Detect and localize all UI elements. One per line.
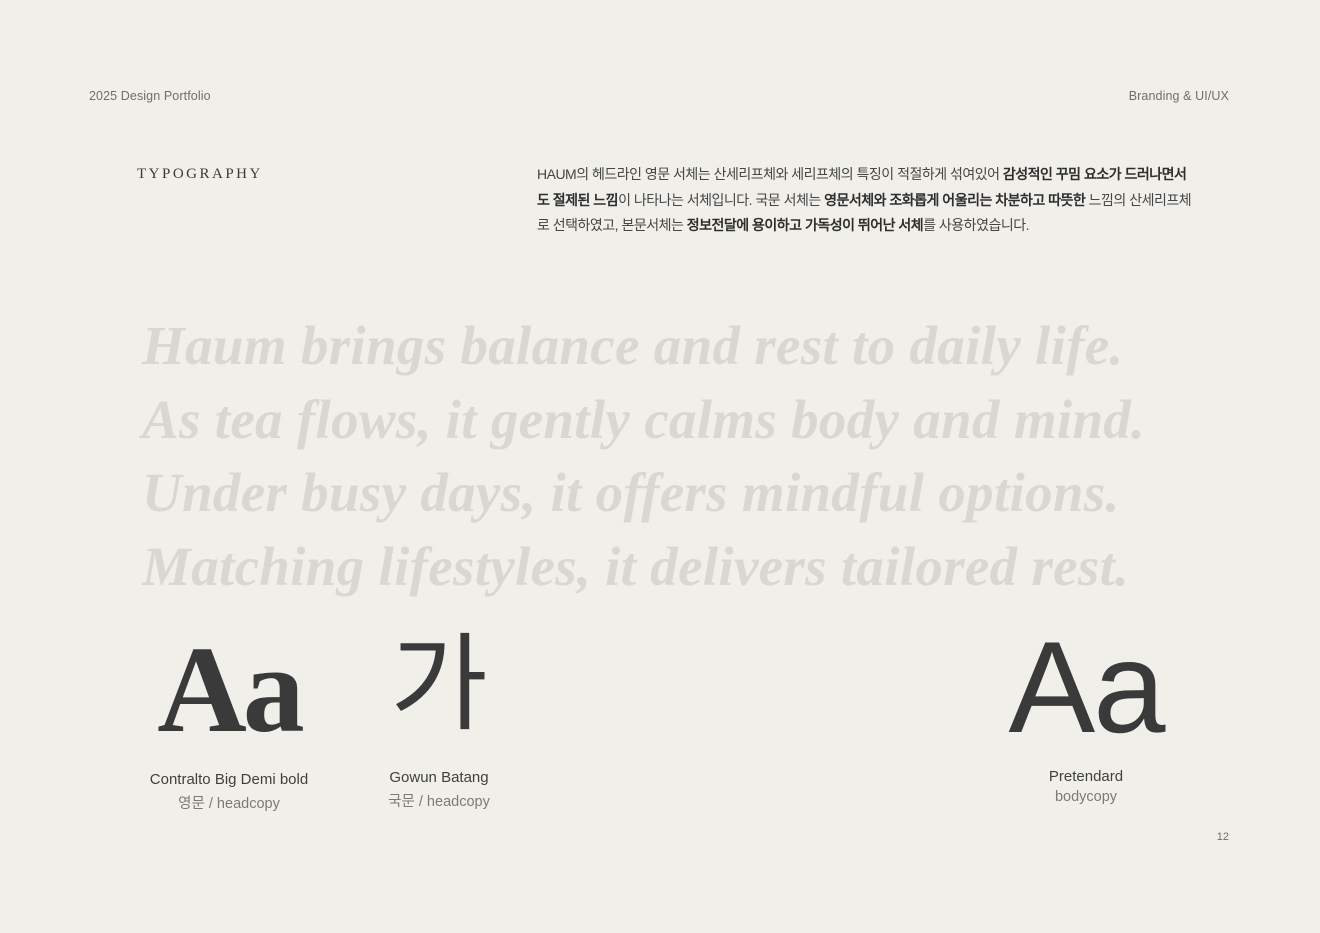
specimen-glyph: Aa (157, 621, 305, 758)
desc-highlight: 영문서체와 조화롭게 어울리는 차분하고 따뜻한 (824, 191, 1086, 208)
section-title: TYPOGRAPHY (137, 166, 263, 182)
font-usage: bodycopy (1054, 789, 1118, 805)
font-name: Contralto Big Demi bold (149, 771, 309, 788)
font-usage: 영문 / headcopy (178, 796, 280, 812)
sample-line: Matching lifestyles, it delivers tailore… (142, 535, 1130, 597)
sample-line: As tea flows, it gently calms body and m… (142, 388, 1146, 450)
font-name: Pretendard (1048, 768, 1124, 785)
sample-line: Haum brings balance and rest to daily li… (142, 315, 1124, 376)
typography-description: HAUM의 헤드라인 영문 서체는 산세리프체와 세리프체의 특징이 적절하게 … (537, 162, 1197, 239)
desc-highlight: 정보전달에 용이하고 가독성이 뛰어난 서체 (686, 217, 924, 233)
page-number: 12 (1216, 831, 1229, 843)
portfolio-label: 2025 Design Portfolio (89, 89, 211, 103)
font-name: Gowun Batang (389, 769, 489, 786)
font-usage: 국문 / headcopy (388, 794, 490, 810)
category-label: Branding & UI/UX (1128, 89, 1229, 103)
font-specimen-contralto: Aa Contralto Big Demi bold 영문 / headcopy (134, 628, 324, 813)
specimen-glyph: Aa (1008, 614, 1165, 760)
desc-text: 를 사용하였습니다. (923, 217, 1029, 233)
specimen-glyph: 가 (390, 623, 488, 746)
sample-text-block: Haum brings balance and rest to daily li… (142, 309, 1262, 603)
desc-text: 이 나타나는 서체입니다. 국문 서체는 (618, 191, 825, 208)
font-specimen-gowun: 가 Gowun Batang 국문 / headcopy (369, 632, 509, 811)
font-specimen-pretendard: Aa Pretendard bodycopy (996, 622, 1176, 805)
desc-text: HAUM의 헤드라인 영문 서체는 산세리프체와 세리프체의 특징이 적절하게 … (537, 166, 1003, 182)
sample-line: Under busy days, it offers mindful optio… (142, 462, 1120, 523)
